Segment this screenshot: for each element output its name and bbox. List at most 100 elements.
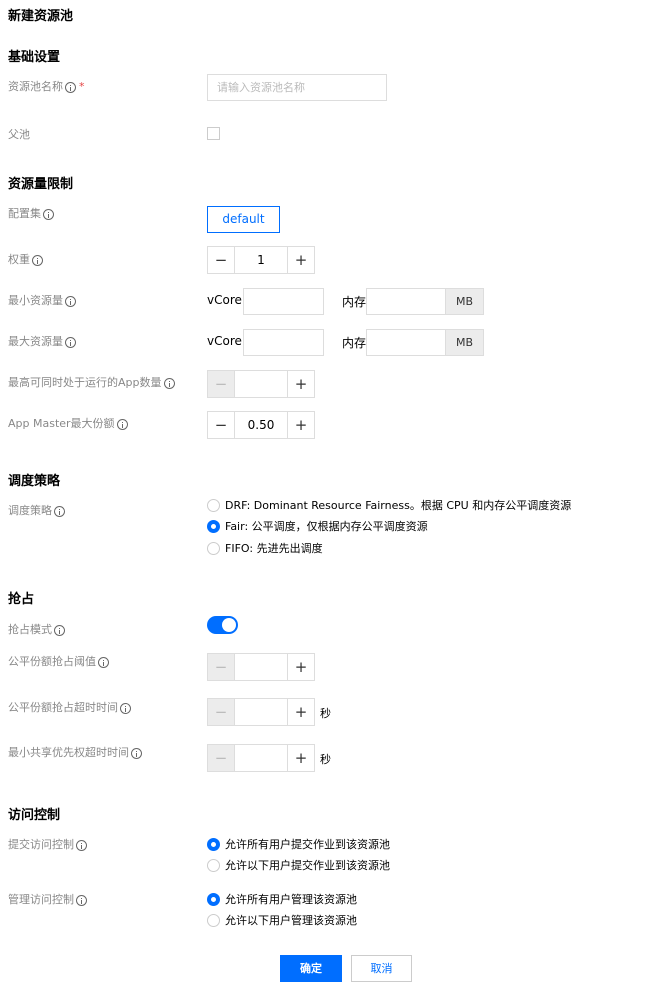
max-vcore-input[interactable] xyxy=(243,329,324,356)
policy-option-fair-label: Fair: 公平调度，仅根据内存公平调度资源 xyxy=(225,520,428,533)
config-set-label-text: 配置集 xyxy=(8,207,41,220)
preemption-mode-label: 抢占模式 xyxy=(8,623,65,637)
am-share-plus-button[interactable]: + xyxy=(287,412,314,438)
min-memory-unit: MB xyxy=(445,289,483,314)
min-vcore-input[interactable] xyxy=(243,288,324,315)
info-icon[interactable] xyxy=(163,377,175,389)
manage-access-label-text: 管理访问控制 xyxy=(8,893,74,906)
max-memory-label: 内存 xyxy=(342,336,367,350)
min-share-timeout-label-text: 最小共享优先权超时时间 xyxy=(8,746,129,759)
policy-option-fifo[interactable]: FIFO: 先进先出调度 xyxy=(207,540,323,556)
info-icon[interactable] xyxy=(65,81,76,93)
policy-option-drf[interactable]: DRF: Dominant Resource Fairness。根据 CPU 和… xyxy=(207,497,571,513)
policy-label-text: 调度策略 xyxy=(8,504,52,517)
section-title-preemption: 抢占 xyxy=(8,592,35,607)
fair-threshold-label: 公平份额抢占阈值 xyxy=(8,655,109,669)
am-share-minus-button[interactable]: − xyxy=(208,412,235,438)
policy-option-fifo-label: FIFO: 先进先出调度 xyxy=(225,542,323,555)
max-resource-label-text: 最大资源量 xyxy=(8,335,63,348)
manage-option-all[interactable]: 允许所有用户管理该资源池 xyxy=(207,891,357,907)
am-share-label: App Master最大份额 xyxy=(8,417,128,431)
weight-value[interactable]: 1 xyxy=(235,247,287,273)
fair-threshold-value[interactable] xyxy=(235,654,287,680)
fair-timeout-plus-button[interactable]: + xyxy=(287,699,314,725)
min-memory-group: MB xyxy=(366,288,484,315)
max-apps-stepper: − + xyxy=(207,370,315,398)
parent-pool-checkbox[interactable] xyxy=(207,127,220,140)
info-icon[interactable] xyxy=(65,336,76,348)
manage-option-listed-label: 允许以下用户管理该资源池 xyxy=(225,914,357,927)
min-share-timeout-value[interactable] xyxy=(235,745,287,771)
weight-plus-button[interactable]: + xyxy=(287,247,314,273)
radio-icon[interactable] xyxy=(207,858,220,872)
radio-icon[interactable] xyxy=(207,498,220,512)
min-share-timeout-plus-button[interactable]: + xyxy=(287,745,314,771)
radio-selected-icon[interactable] xyxy=(207,892,220,906)
fair-timeout-minus-button[interactable]: − xyxy=(208,699,235,725)
info-icon[interactable] xyxy=(32,254,43,266)
min-memory-input[interactable] xyxy=(367,289,445,314)
info-icon[interactable] xyxy=(131,747,142,759)
info-icon[interactable] xyxy=(65,295,76,307)
min-share-timeout-unit: 秒 xyxy=(320,753,331,766)
weight-minus-button[interactable]: − xyxy=(208,247,235,273)
min-share-timeout-label: 最小共享优先权超时时间 xyxy=(8,746,142,760)
section-title-access: 访问控制 xyxy=(8,808,61,823)
fair-threshold-plus-button[interactable]: + xyxy=(287,654,314,680)
pool-name-input[interactable]: 请输入资源池名称 xyxy=(207,74,387,101)
fair-timeout-value[interactable] xyxy=(235,699,287,725)
info-icon[interactable] xyxy=(76,839,87,851)
cancel-button[interactable]: 取消 xyxy=(351,955,412,982)
weight-label-text: 权重 xyxy=(8,253,30,266)
max-apps-plus-button[interactable]: + xyxy=(287,371,314,397)
info-icon[interactable] xyxy=(116,418,128,430)
max-memory-unit: MB xyxy=(445,330,483,355)
max-apps-minus-button[interactable]: − xyxy=(208,371,235,397)
submit-option-listed[interactable]: 允许以下用户提交作业到该资源池 xyxy=(207,857,390,873)
policy-label: 调度策略 xyxy=(8,504,65,518)
submit-option-listed-label: 允许以下用户提交作业到该资源池 xyxy=(225,859,390,872)
config-default-button[interactable]: default xyxy=(207,206,280,233)
pool-name-label: 资源池名称 * xyxy=(8,80,85,94)
max-apps-label-text: 最高可同时处于运行的App数量 xyxy=(8,376,162,389)
section-title-limits: 资源量限制 xyxy=(8,177,74,192)
info-icon[interactable] xyxy=(43,208,54,220)
info-icon[interactable] xyxy=(98,656,109,668)
min-resource-label: 最小资源量 xyxy=(8,294,76,308)
fair-threshold-minus-button[interactable]: − xyxy=(208,654,235,680)
parent-pool-label: 父池 xyxy=(8,128,30,141)
page-title: 新建资源池 xyxy=(8,9,74,24)
config-set-label: 配置集 xyxy=(8,207,54,221)
max-memory-input[interactable] xyxy=(367,330,445,355)
min-vcore-label: vCore xyxy=(207,293,242,307)
info-icon[interactable] xyxy=(54,505,65,517)
submit-access-label: 提交访问控制 xyxy=(8,838,87,852)
min-resource-label-text: 最小资源量 xyxy=(8,294,63,307)
radio-icon[interactable] xyxy=(207,913,220,927)
max-vcore-label: vCore xyxy=(207,334,242,348)
min-share-timeout-minus-button[interactable]: − xyxy=(208,745,235,771)
manage-option-listed[interactable]: 允许以下用户管理该资源池 xyxy=(207,912,357,928)
info-icon[interactable] xyxy=(120,702,131,714)
radio-selected-icon[interactable] xyxy=(207,837,220,851)
section-title-basic: 基础设置 xyxy=(8,50,61,65)
max-apps-value[interactable] xyxy=(235,371,287,397)
policy-option-fair[interactable]: Fair: 公平调度，仅根据内存公平调度资源 xyxy=(207,518,428,534)
info-icon[interactable] xyxy=(76,894,87,906)
info-icon[interactable] xyxy=(54,624,65,636)
radio-icon[interactable] xyxy=(207,541,220,555)
preemption-mode-toggle[interactable] xyxy=(207,616,238,634)
max-memory-group: MB xyxy=(366,329,484,356)
fair-timeout-label: 公平份额抢占超时时间 xyxy=(8,701,131,715)
am-share-value[interactable]: 0.50 xyxy=(235,412,287,438)
weight-label: 权重 xyxy=(8,253,43,267)
radio-selected-icon[interactable] xyxy=(207,519,220,533)
min-memory-label: 内存 xyxy=(342,295,367,309)
required-mark: * xyxy=(79,80,85,93)
ok-button[interactable]: 确定 xyxy=(280,955,342,982)
manage-access-label: 管理访问控制 xyxy=(8,893,87,907)
am-share-label-text: App Master最大份额 xyxy=(8,417,115,430)
submit-option-all[interactable]: 允许所有用户提交作业到该资源池 xyxy=(207,836,390,852)
submit-access-label-text: 提交访问控制 xyxy=(8,838,74,851)
fair-timeout-stepper: − + xyxy=(207,698,315,726)
